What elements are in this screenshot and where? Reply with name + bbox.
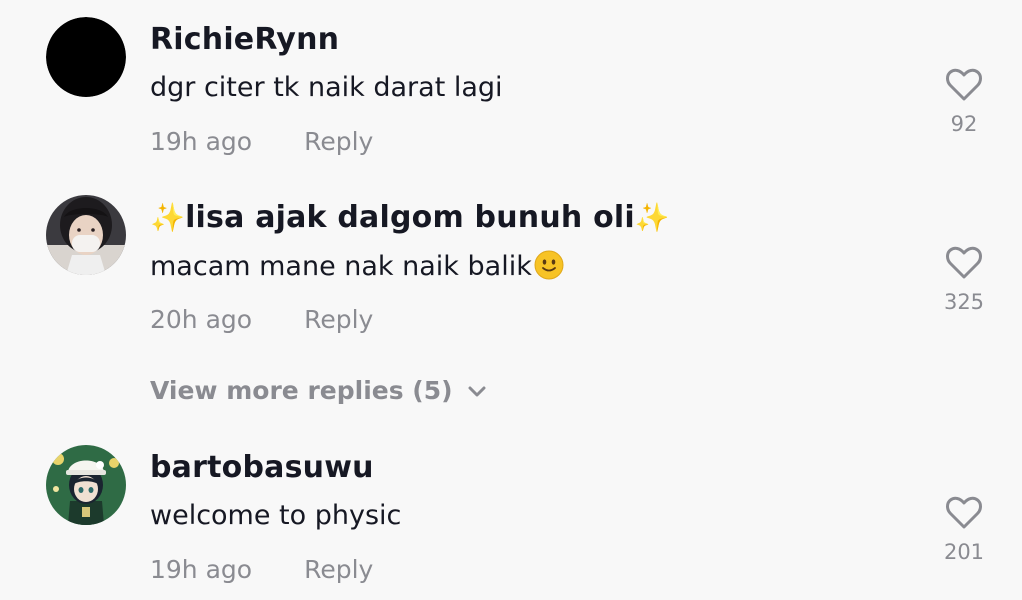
comment-meta: 19h ago Reply [150,127,373,156]
like-count: 92 [950,112,978,136]
avatar[interactable] [46,17,126,97]
like-button[interactable]: 92 [930,68,998,136]
comment-list: RichieRynn dgr citer tk naik darat lagi … [0,0,1022,600]
comment-text: macam mane nak naik balik [150,250,564,282]
avatar[interactable] [46,445,126,525]
anime-character-avatar-image [46,445,126,525]
comment-meta: 20h ago Reply [150,305,373,334]
comment-username[interactable]: RichieRynn [150,22,339,57]
like-button[interactable]: 325 [930,246,998,314]
comment-username[interactable]: bartobasuwu [150,450,374,485]
sparkles-emoji: ✨ [634,201,670,234]
comment-text: welcome to physic [150,500,402,531]
comment-timestamp: 19h ago [150,555,253,584]
comment-timestamp: 19h ago [150,127,253,156]
comment-text-content: macam mane nak naik balik [150,251,532,282]
like-count: 201 [943,540,985,564]
view-more-replies-button[interactable]: View more replies (5) [150,376,487,405]
comment-username[interactable]: ✨lisa ajak dalgom bunuh oli✨ [150,200,670,235]
chevron-down-icon [468,386,486,397]
like-button[interactable]: 201 [930,496,998,564]
like-count: 325 [943,290,985,314]
person-with-mask-avatar-image [46,195,126,275]
avatar[interactable] [46,195,126,275]
reply-button[interactable]: Reply [304,555,373,584]
comment-meta: 19h ago Reply [150,555,373,584]
reply-button[interactable]: Reply [304,127,373,156]
heart-outline-icon [946,496,982,529]
heart-outline-icon [946,68,982,101]
heart-outline-icon [946,246,982,279]
comment-timestamp: 20h ago [150,305,253,334]
slightly-smiling-face-icon [534,250,564,280]
username-text: lisa ajak dalgom bunuh oli [185,200,635,235]
view-more-replies-label: View more replies (5) [150,376,453,405]
comment-text: dgr citer tk naik darat lagi [150,72,503,103]
black-circle-avatar-image [46,17,126,97]
reply-button[interactable]: Reply [304,305,373,334]
sparkles-emoji: ✨ [150,201,186,234]
